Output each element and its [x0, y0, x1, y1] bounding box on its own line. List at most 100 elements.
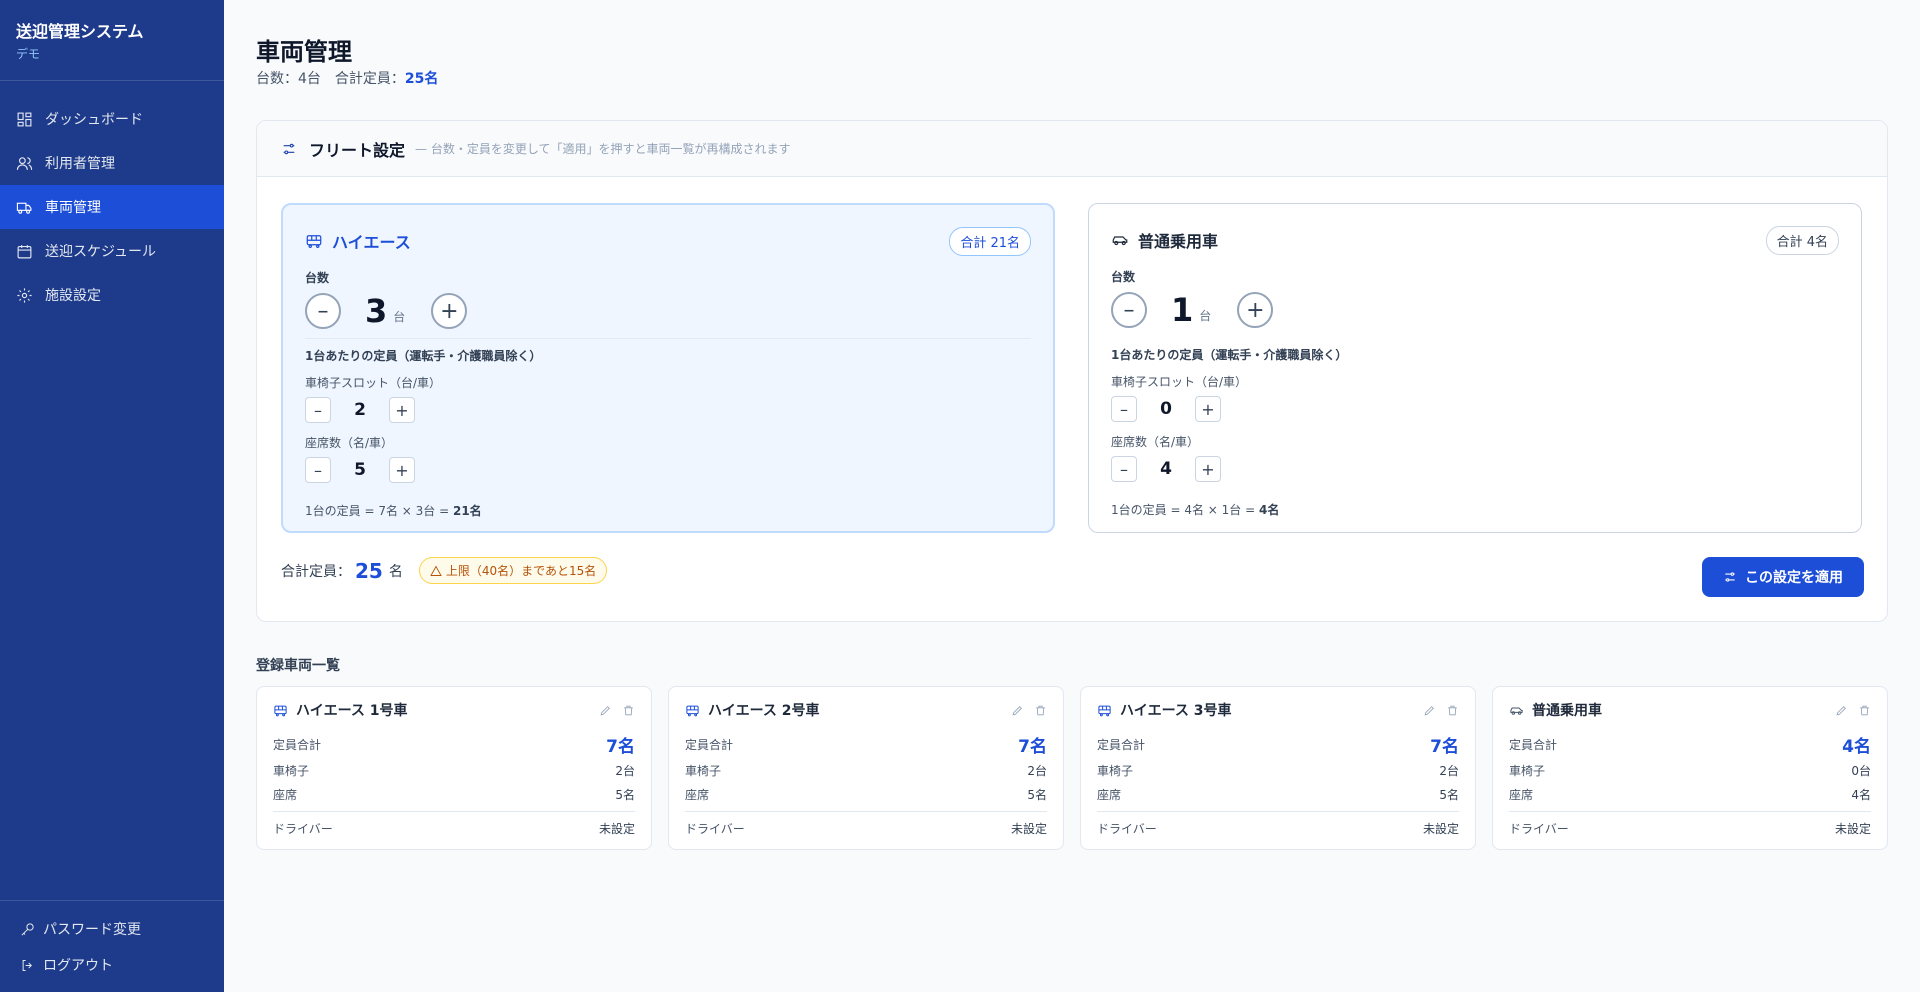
- gear-icon: [17, 287, 32, 303]
- capacity-label: 定員合計: [1509, 737, 1558, 752]
- password-change-link[interactable]: パスワード変更: [0, 911, 224, 947]
- sidebar-footer: パスワード変更 ログアウト: [0, 900, 224, 992]
- warning-text: 上限（40名）まであと15名: [445, 564, 597, 578]
- driver-label: ドライバー: [685, 822, 745, 836]
- seats-label: 座席: [273, 787, 298, 802]
- driver-label: ドライバー: [273, 822, 333, 836]
- sidebar-item-settings[interactable]: 施設設定: [0, 273, 224, 317]
- seats-value: 4名: [1851, 787, 1871, 802]
- apply-label: この設定を適用: [1745, 570, 1843, 586]
- trash-icon[interactable]: [1446, 704, 1459, 717]
- capacity-value: 7名: [1430, 736, 1459, 757]
- trash-icon[interactable]: [622, 704, 635, 717]
- wheelchair-value: 2台: [1439, 763, 1459, 778]
- vehicle-card: 普通乗用車 定員合計 4名 車椅子 0台 座席 4名 ドライバー 未設定: [1492, 686, 1888, 850]
- app-subtitle: デモ: [16, 47, 41, 61]
- seats-stepper: – 4 +: [1111, 455, 1839, 483]
- wheelchair-increment-button[interactable]: +: [1195, 396, 1221, 422]
- bus-icon: [306, 235, 322, 248]
- trash-icon[interactable]: [1034, 704, 1047, 717]
- edit-icon[interactable]: [1835, 704, 1848, 717]
- vehicle-name: ハイエース 2号車: [685, 700, 820, 720]
- seats-value: 5: [354, 460, 366, 480]
- sliders-icon: [1725, 572, 1735, 582]
- summary-text: 台数：4台 合計定員：: [256, 71, 405, 87]
- count-unit: 台: [1199, 308, 1212, 323]
- fleet-description: — 台数・定員を変更して「適用」を押すと車両一覧が再構成されます: [415, 142, 791, 156]
- sidebar-item-users[interactable]: 利用者管理: [0, 141, 224, 185]
- seats-value: 5名: [1439, 787, 1459, 802]
- calendar-icon: [17, 244, 32, 258]
- trash-icon[interactable]: [1858, 704, 1871, 717]
- total-capacity-value: 25: [355, 558, 383, 583]
- edit-icon[interactable]: [599, 704, 612, 717]
- wheelchair-label: 車椅子: [273, 763, 310, 778]
- bus-icon: [686, 705, 699, 716]
- edit-icon[interactable]: [1423, 704, 1436, 717]
- sidebar-nav: ダッシュボード 利用者管理 車両管理 送迎スケジュール 施設設定: [0, 97, 224, 317]
- seats-stepper: – 5 +: [305, 456, 1031, 484]
- count-unit: 台: [393, 309, 406, 324]
- capacity-value: 7名: [606, 736, 635, 757]
- count-increment-button[interactable]: +: [1237, 292, 1274, 328]
- bus-icon: [274, 705, 287, 716]
- vehicle-list: ハイエース 1号車 定員合計 7名 車椅子 2台 座席 5名 ドライバー 未設定 ハイエ…: [256, 686, 1888, 850]
- capacity-value: 4名: [1842, 736, 1871, 757]
- capacity-value: 7名: [1018, 736, 1047, 757]
- driver-value: 未設定: [1010, 822, 1047, 836]
- car-icon: [1112, 236, 1128, 246]
- vehicle-type-name: ハイエース: [305, 229, 411, 253]
- vehicle-name-label: ハイエース 1号車: [296, 703, 408, 719]
- fleet-total-row: 合計定員： 25 名 上限（40名）まであと15名: [281, 557, 608, 584]
- wheelchair-increment-button[interactable]: +: [389, 397, 415, 423]
- wheelchair-decrement-button[interactable]: –: [305, 397, 331, 423]
- wheelchair-label: 車椅子: [685, 763, 722, 778]
- logout-link[interactable]: ログアウト: [0, 947, 224, 983]
- seats-increment-button[interactable]: +: [389, 457, 415, 483]
- seats-increment-button[interactable]: +: [1195, 456, 1221, 482]
- seats-decrement-button[interactable]: –: [1111, 456, 1137, 482]
- vehicle-type-label: 普通乗用車: [1138, 232, 1219, 251]
- capacity-warning-badge: 上限（40名）まであと15名: [418, 557, 608, 584]
- count-increment-button[interactable]: +: [431, 293, 468, 329]
- vehicle-card: ハイエース 2号車 定員合計 7名 車椅子 2台 座席 5名 ドライバー 未設定: [668, 686, 1064, 850]
- formula-text: 1台の定員 = 4名 × 1台 =: [1111, 503, 1259, 517]
- capacity-formula: 1台の定員 = 4名 × 1台 = 4名: [1111, 501, 1839, 518]
- driver-value: 未設定: [598, 822, 635, 836]
- divider: [305, 338, 1031, 339]
- count-decrement-button[interactable]: –: [305, 293, 341, 329]
- sidebar-item-schedule[interactable]: 送迎スケジュール: [0, 229, 224, 273]
- count-stepper: – 1 台 +: [1111, 291, 1839, 329]
- vehicle-type-label: ハイエース: [332, 233, 411, 252]
- wheelchair-label: 車椅子: [1097, 763, 1134, 778]
- sidebar-item-dashboard[interactable]: ダッシュボード: [0, 97, 224, 141]
- vehicle-card: ハイエース 1号車 定員合計 7名 車椅子 2台 座席 5名 ドライバー 未設定: [256, 686, 652, 850]
- fleet-settings-panel: フリート設定 — 台数・定員を変更して「適用」を押すと車両一覧が再構成されます …: [256, 120, 1888, 622]
- sidebar-item-label: 利用者管理: [45, 156, 115, 172]
- seats-value: 5名: [615, 787, 635, 802]
- summary-total: 25名: [404, 71, 439, 87]
- wheelchair-decrement-button[interactable]: –: [1111, 396, 1137, 422]
- vehicle-type-card-hiace: ハイエース 合計 21名 台数 – 3 台 + 1台あたりの定員（運転手・介護職…: [281, 203, 1055, 533]
- total-capacity-unit: 名: [388, 563, 403, 580]
- count-value: 3: [365, 292, 388, 330]
- seats-decrement-button[interactable]: –: [305, 457, 331, 483]
- count-label: 台数: [1111, 270, 1136, 284]
- wheelchair-value: 0: [1160, 399, 1172, 419]
- edit-icon[interactable]: [1011, 704, 1024, 717]
- apply-settings-button[interactable]: この設定を適用: [1702, 557, 1864, 597]
- count-value: 1: [1171, 291, 1194, 329]
- seats-value: 4: [1160, 459, 1172, 479]
- logout-icon: [22, 959, 32, 971]
- capacity-label: 定員合計: [1097, 737, 1146, 752]
- capacity-label: 定員合計: [685, 737, 734, 752]
- vehicle-name: ハイエース 1号車: [273, 700, 408, 720]
- wheelchair-value: 2台: [1027, 763, 1047, 778]
- wheelchair-value: 2台: [615, 763, 635, 778]
- driver-value: 未設定: [1834, 822, 1871, 836]
- brand: 送迎管理システム デモ: [0, 0, 224, 81]
- sidebar-item-vehicles[interactable]: 車両管理: [0, 185, 224, 229]
- wheelchair-label: 車椅子: [1509, 763, 1546, 778]
- key-icon: [21, 922, 34, 935]
- count-decrement-button[interactable]: –: [1111, 292, 1147, 328]
